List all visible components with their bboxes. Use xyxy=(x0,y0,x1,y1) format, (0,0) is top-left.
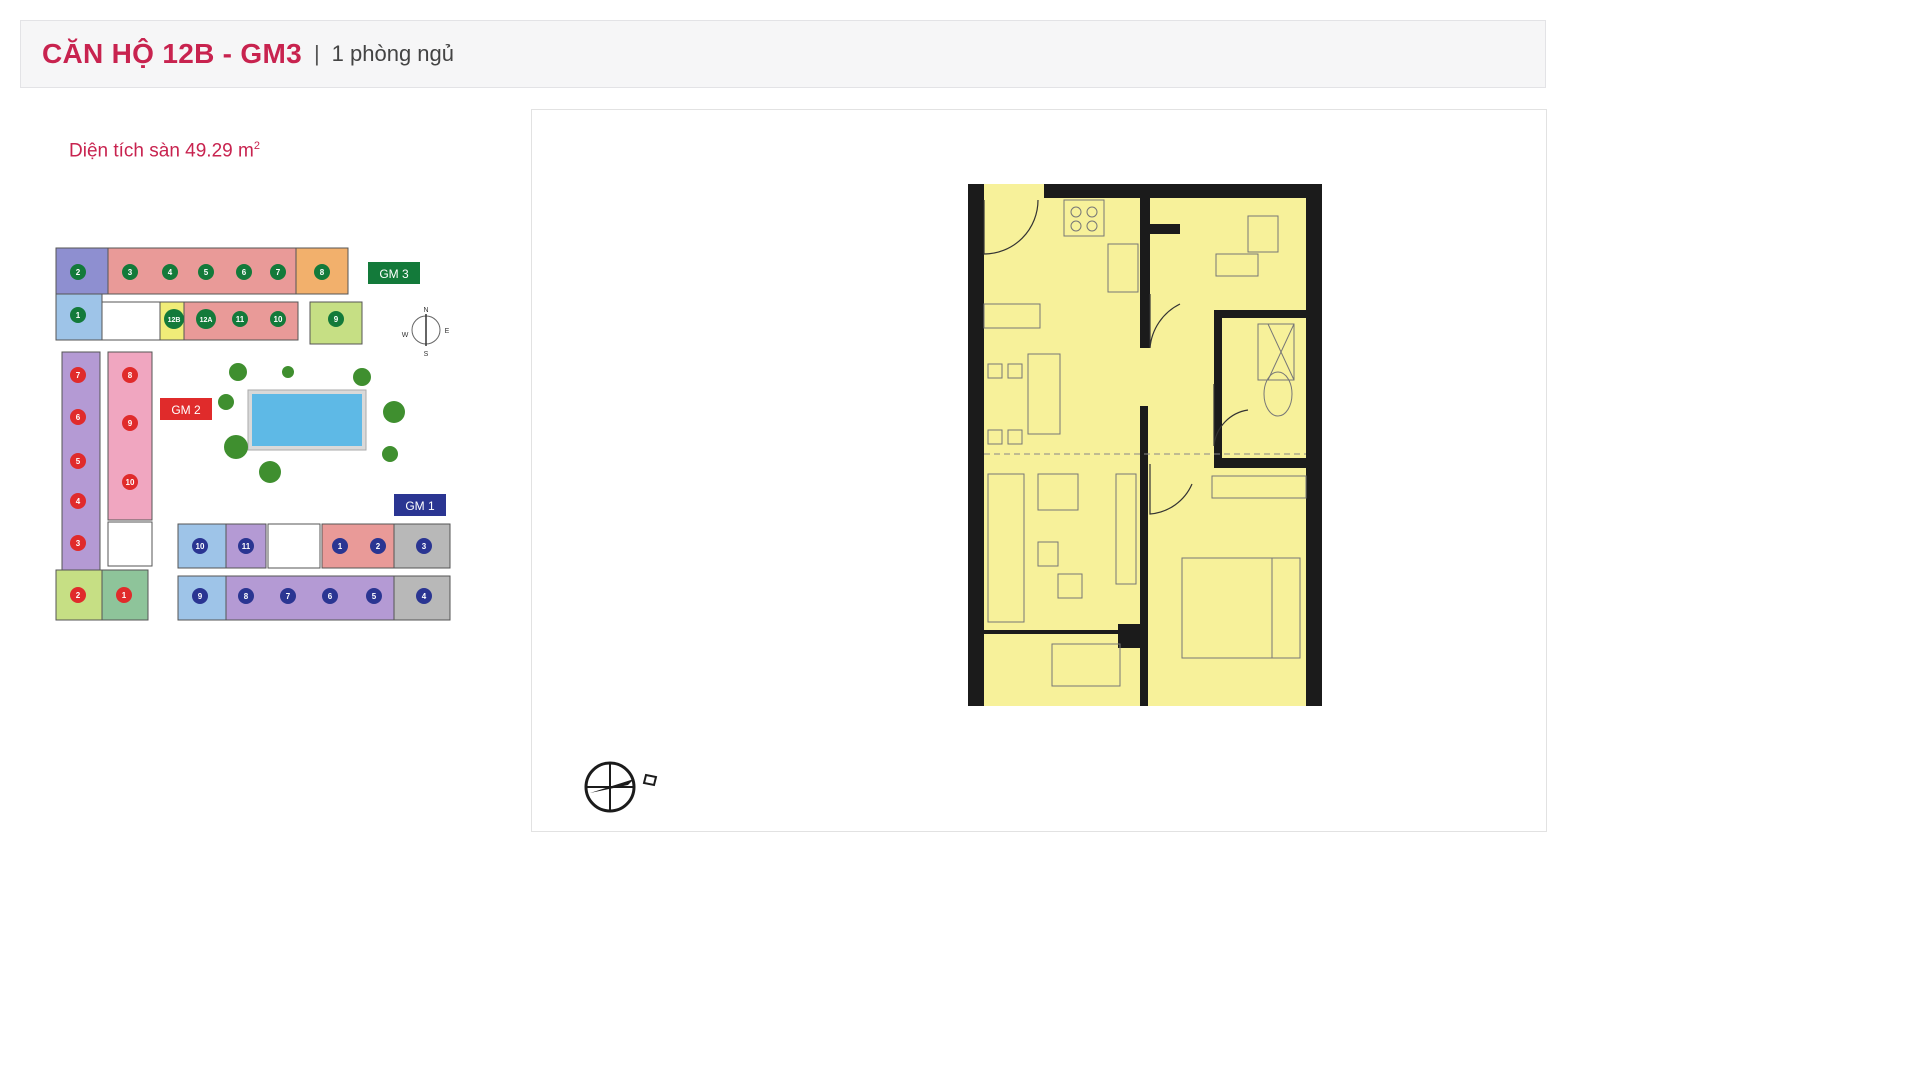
gm1-unit-label: 2 xyxy=(376,542,381,551)
compass-icon xyxy=(584,761,658,813)
gm3-unit-label: 12A xyxy=(200,317,213,324)
page-title: CĂN HỘ 12B - GM3 xyxy=(42,38,302,69)
gm2-unit-label: 2 xyxy=(76,591,81,600)
gm2-unit-label: 3 xyxy=(76,539,81,548)
gm2-unit-label: 5 xyxy=(76,457,81,466)
gm3-building xyxy=(55,247,363,345)
gm2-unit-label: 1 xyxy=(122,591,127,600)
gm3-label: GM 3 xyxy=(379,267,409,281)
svg-text:E: E xyxy=(445,328,450,335)
gm1-unit-label: 11 xyxy=(242,542,251,551)
bedroom-count: 1 phòng ngủ xyxy=(331,41,455,66)
gm1-unit-label: 10 xyxy=(196,542,205,551)
gm1-unit-label: 6 xyxy=(328,592,333,601)
floor-area-label: Diện tích sàn 49.29 m xyxy=(69,140,254,162)
gm3-unit-label: 11 xyxy=(236,315,245,324)
gm3-unit-label: 8 xyxy=(320,268,325,277)
gm2-unit-label: 4 xyxy=(76,497,81,506)
gm3-unit-label: 7 xyxy=(276,268,281,277)
gm1-unit-label: 7 xyxy=(286,592,291,601)
gm3-unit-label: 10 xyxy=(274,315,283,324)
apartment-floor-plan xyxy=(968,184,1322,706)
gm1-unit-label: 4 xyxy=(422,592,427,601)
gm3-unit-label: 4 xyxy=(168,268,173,277)
gm3-unit-label: 2 xyxy=(76,268,81,277)
gm1-unit-label: 1 xyxy=(338,542,343,551)
gm2-unit-label: 10 xyxy=(126,478,135,487)
gm2-building xyxy=(55,351,153,621)
gm2-unit-label: 6 xyxy=(76,413,81,422)
gm2-label: GM 2 xyxy=(171,403,201,417)
gm3-unit-label: 6 xyxy=(242,268,247,277)
gm1-label: GM 1 xyxy=(405,499,435,513)
gm2-unit-label: 7 xyxy=(76,371,81,380)
gm1-unit-label: 3 xyxy=(422,542,427,551)
svg-text:W: W xyxy=(402,332,409,339)
gm2-unit-label: 9 xyxy=(128,419,133,428)
site-compass-icon: N S E W xyxy=(402,307,450,358)
gm3-unit-label: 5 xyxy=(204,268,209,277)
gm3-unit-label: 9 xyxy=(334,315,339,324)
gm1-building xyxy=(177,523,451,621)
gm1-unit-label: 9 xyxy=(198,592,203,601)
page-header: CĂN HỘ 12B - GM3 | 1 phòng ngủ xyxy=(20,20,1546,88)
floor-area-unit-exponent: 2 xyxy=(253,140,260,152)
svg-text:N: N xyxy=(423,307,428,314)
pool xyxy=(218,363,405,483)
svg-text:S: S xyxy=(424,351,429,358)
floor-area: Diện tích sàn 49.29 m2 xyxy=(69,140,260,162)
gm1-unit-label: 5 xyxy=(372,592,377,601)
gm3-unit-label: 1 xyxy=(76,311,81,320)
gm2-unit-label: 8 xyxy=(128,371,133,380)
gm1-unit-label: 8 xyxy=(244,592,249,601)
title-separator: | xyxy=(313,41,320,66)
site-plan: GM 3 GM 2 GM 1 N S E W 2 3 4 5 6 7 8112B 12A 11 1… xyxy=(55,247,451,621)
gm3-unit-label: 3 xyxy=(128,268,133,277)
gm3-unit-label: 12B xyxy=(168,317,181,324)
